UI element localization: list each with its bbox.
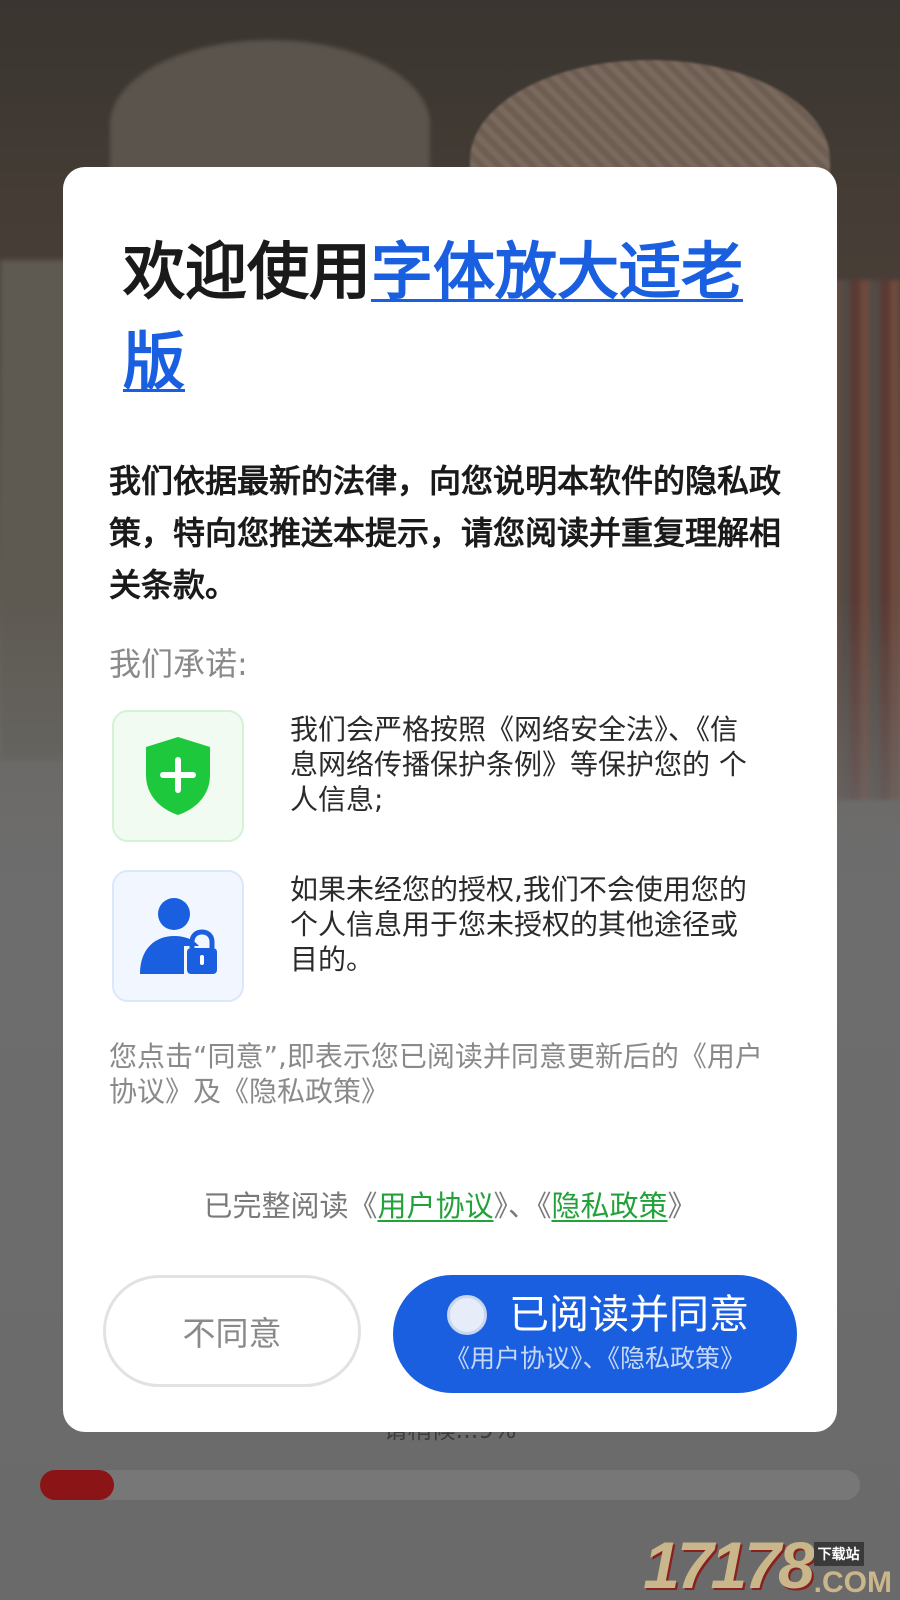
loading-progress-fill: [40, 1470, 114, 1500]
agree-button-sublabel: 《用户协议》、《隐私政策》: [444, 1344, 745, 1373]
promise-text: 我们会严格按照《网络安全法》、《信息网络传播保护条例》等保护您的 个人信息;: [290, 713, 747, 816]
watermark-logo: 17178 下载站 .COM: [643, 1522, 892, 1600]
read-line-separator: 》、《: [493, 1189, 552, 1223]
promise-item: 我们会严格按照《网络安全法》、《信息网络传播保护条例》等保护您的 个人信息;: [112, 710, 802, 842]
dialog-intro: 我们依据最新的法律，向您说明本软件的隐私政策，特向您推送本提示，请您阅读并重复理…: [109, 462, 782, 604]
privacy-policy-link[interactable]: 隐私政策: [552, 1189, 668, 1223]
disagree-button[interactable]: 不同意: [103, 1275, 361, 1387]
shield-plus-icon: [146, 737, 210, 815]
agree-button[interactable]: 已阅读并同意 《用户协议》、《隐私政策》: [393, 1275, 797, 1393]
read-line-suffix: 》: [667, 1189, 697, 1223]
watermark-small-text: 下载站: [813, 1542, 864, 1566]
watermark-digits: 17178: [643, 1528, 815, 1600]
agree-radio[interactable]: [447, 1295, 487, 1335]
promise-item: 如果未经您的授权,我们不会使用您的个人信息用于您未授权的其他途径或目的。: [112, 870, 802, 1002]
dialog-title: 欢迎使用字体放大适老版: [123, 227, 763, 407]
read-line-prefix: 已完整阅读《: [203, 1189, 378, 1223]
user-lock-icon: [140, 898, 217, 974]
promise-label: 我们承诺:: [109, 645, 248, 683]
consent-text: 您点击“同意”,即表示您已阅读并同意更新后的《用户协议》及《隐私政策》: [109, 1040, 763, 1108]
read-confirmation-line: 已完整阅读《用户协议》、《隐私政策》: [63, 1183, 837, 1225]
loading-progress-bar: [40, 1470, 860, 1500]
user-lock-icon-box: [112, 870, 244, 1002]
promise-text: 如果未经您的授权,我们不会使用您的个人信息用于您未授权的其他途径或目的。: [290, 873, 747, 976]
watermark-suffix: .COM: [813, 1566, 892, 1599]
user-agreement-link[interactable]: 用户协议: [377, 1189, 493, 1223]
shield-plus-icon-box: [112, 710, 244, 842]
agree-button-label: 已阅读并同意: [509, 1292, 749, 1338]
screen: 请稍候...9% 17178 下载站 .COM 欢迎使用字体放大适老版 我们依据…: [0, 0, 900, 1600]
watermark-side: 下载站 .COM: [813, 1542, 892, 1600]
privacy-dialog: 欢迎使用字体放大适老版 我们依据最新的法律，向您说明本软件的隐私政策，特向您推送…: [63, 167, 837, 1432]
title-prefix: 欢迎使用: [123, 235, 372, 308]
